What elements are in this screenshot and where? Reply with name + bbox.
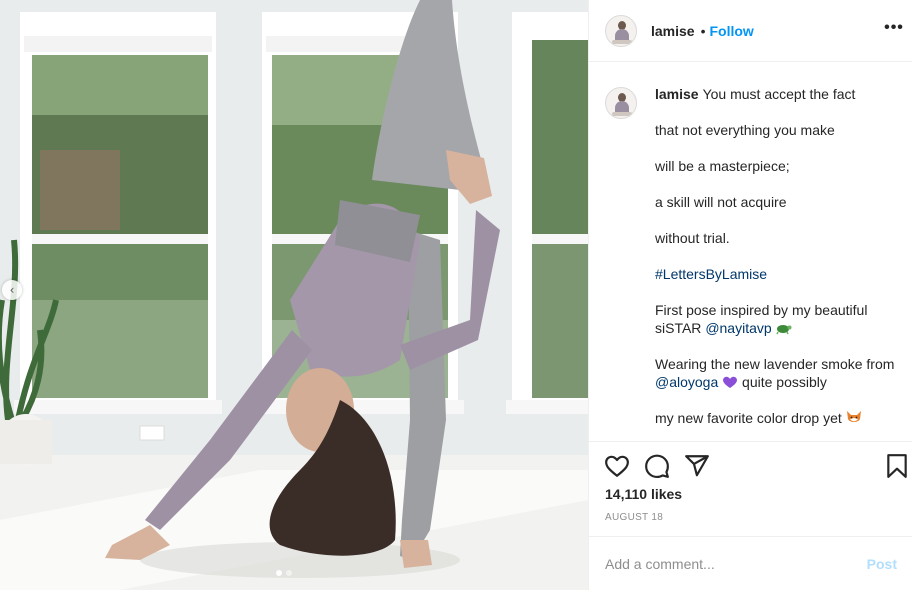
carousel-dot-active <box>276 570 282 576</box>
fox-emoji-icon <box>846 411 861 422</box>
carousel-dot <box>286 570 292 576</box>
caption-line: a skill will not acquire <box>655 194 787 210</box>
caption-line: Wearing the new lavender smoke from <box>655 356 895 372</box>
comment-input[interactable] <box>605 555 867 572</box>
comment-icon[interactable] <box>644 453 670 479</box>
action-bar <box>589 441 912 491</box>
caption-line: will be a masterpiece; <box>655 158 790 174</box>
caption-avatar[interactable] <box>605 87 637 119</box>
post-comment-button[interactable]: Post <box>867 556 897 572</box>
mention-link-aloyoga[interactable]: @aloyoga <box>655 374 718 390</box>
carousel-indicator <box>276 570 292 576</box>
caption-text: lamise You must accept the fact that not … <box>655 85 901 427</box>
more-options-icon[interactable]: ••• <box>883 19 905 41</box>
heart-icon[interactable] <box>604 453 630 479</box>
hashtag-link[interactable]: #LettersByLamise <box>655 266 767 282</box>
caption-username[interactable]: lamise <box>655 86 699 102</box>
carousel-prev-button[interactable]: ‹ <box>2 280 22 300</box>
mention-link-nayitavp[interactable]: @nayitavp <box>705 320 771 336</box>
comment-bar: Post <box>589 536 912 590</box>
avatar[interactable] <box>605 14 637 47</box>
post-side-panel: lamise • Follow ••• lamise You must accep… <box>588 0 912 590</box>
caption-line: without trial. <box>655 230 730 246</box>
purple-heart-emoji-icon <box>723 376 738 388</box>
post-photo[interactable]: ‹ <box>0 0 588 590</box>
caption-line: You must accept the fact <box>702 86 856 102</box>
author-username[interactable]: lamise <box>651 23 695 39</box>
share-icon[interactable] <box>684 453 710 479</box>
header-separator: • <box>700 22 706 39</box>
yoga-photo-illustration <box>0 0 588 590</box>
likes-count[interactable]: 14,110 likes <box>605 486 682 502</box>
post-header: lamise • Follow ••• <box>589 0 912 62</box>
caption-line: my new favorite color drop yet <box>655 410 842 426</box>
caption-line: that not everything you make <box>655 122 835 138</box>
follow-button[interactable]: Follow <box>710 23 754 39</box>
caption-area: lamise You must accept the fact that not … <box>589 63 912 441</box>
turtle-emoji-icon <box>775 325 792 335</box>
bookmark-icon[interactable] <box>884 453 910 479</box>
post-date[interactable]: AUGUST 18 <box>605 512 663 523</box>
caption-line: quite possibly <box>742 374 827 390</box>
